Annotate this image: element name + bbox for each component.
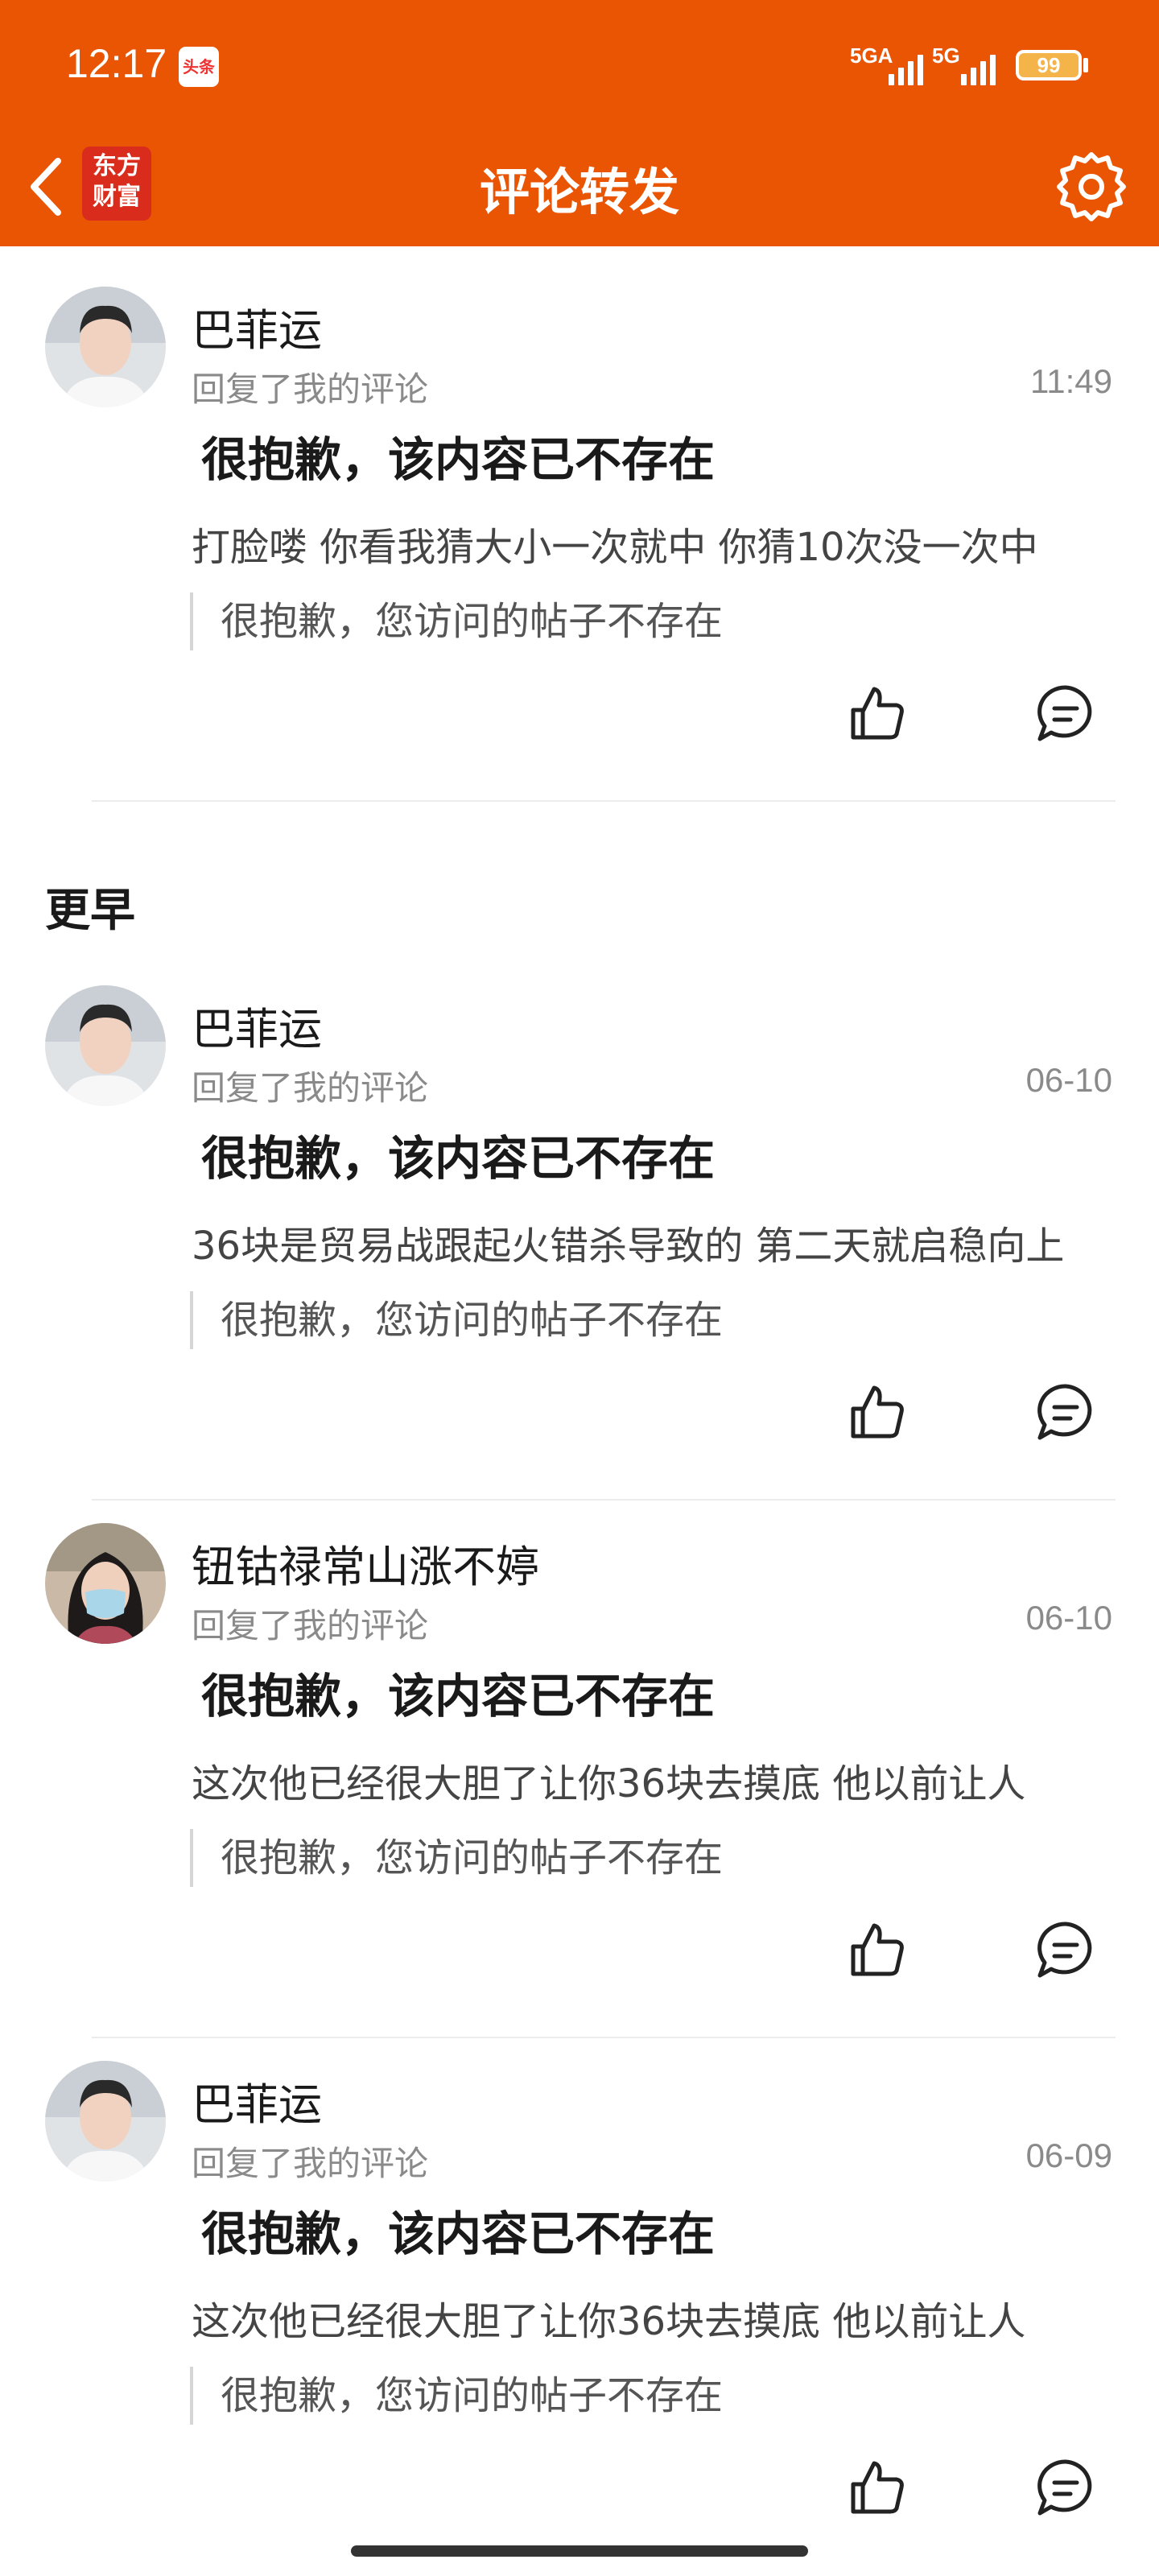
status-time: 12:17 [66, 41, 167, 86]
reply-subline: 回复了我的评论 [192, 1068, 429, 1108]
username[interactable]: 钮钴禄常山涨不婷 [192, 1531, 539, 1595]
comment-text[interactable]: 打脸喽 你看我猜大小一次就中 你猜10次没一次中 [192, 515, 1114, 572]
username[interactable]: 巴菲运 [192, 295, 322, 358]
deleted-content-title[interactable]: 很抱歉，该内容已不存在 [201, 422, 715, 489]
deleted-content-title[interactable]: 很抱歉，该内容已不存在 [201, 1121, 715, 1188]
comment-text[interactable]: 这次他已经很大胆了让你36块去摸底 他以前让人 [192, 1752, 1114, 1808]
thumbs-up-icon[interactable] [845, 1918, 909, 1982]
comment-text[interactable]: 这次他已经很大胆了让你36块去摸底 他以前让人 [192, 2289, 1114, 2346]
top-bar: 12:17 头条 5GA 5G 99 东方 财富 评论转发 [0, 0, 1159, 246]
timestamp: 06-10 [1025, 1599, 1112, 1637]
thumbs-up-icon[interactable] [845, 2455, 909, 2520]
timestamp: 11:49 [1030, 362, 1112, 400]
quoted-post[interactable]: 很抱歉，您访问的帖子不存在 [190, 2367, 723, 2425]
deleted-content-title[interactable]: 很抱歉，该内容已不存在 [201, 1658, 715, 1726]
signal-bars-icon [889, 48, 923, 85]
section-earlier: 更早 [45, 885, 135, 937]
battery-icon: 99 [1016, 50, 1082, 80]
avatar[interactable] [45, 2061, 166, 2182]
signal-bars-icon [961, 48, 996, 85]
thumbs-up-icon[interactable] [845, 681, 909, 745]
divider [92, 2037, 1116, 2038]
timestamp: 06-10 [1025, 1061, 1112, 1099]
signal-5g-label: 5G [932, 43, 960, 68]
avatar[interactable] [45, 1523, 166, 1644]
deleted-content-title[interactable]: 很抱歉，该内容已不存在 [201, 2196, 715, 2264]
divider [92, 800, 1116, 802]
toutiao-app-icon: 头条 [179, 47, 219, 87]
timestamp: 06-09 [1025, 2136, 1112, 2174]
quoted-post[interactable]: 很抱歉，您访问的帖子不存在 [190, 1291, 723, 1349]
comment-icon[interactable] [1033, 681, 1098, 745]
comment-icon[interactable] [1033, 2455, 1098, 2520]
divider [92, 1499, 1116, 1501]
thumbs-up-icon[interactable] [845, 1380, 909, 1444]
comment-text[interactable]: 36块是贸易战跟起火错杀导致的 第二天就启稳向上 [192, 1214, 1114, 1270]
comment-icon[interactable] [1033, 1380, 1098, 1444]
status-bar: 12:17 头条 5GA 5G 99 [0, 0, 1159, 129]
battery-tip [1083, 58, 1088, 72]
reply-subline: 回复了我的评论 [192, 1606, 429, 1645]
reply-subline: 回复了我的评论 [192, 369, 429, 409]
quoted-post[interactable]: 很抱歉，您访问的帖子不存在 [190, 592, 723, 650]
avatar[interactable] [45, 985, 166, 1106]
gear-icon[interactable] [1051, 147, 1132, 227]
username[interactable]: 巴菲运 [192, 2069, 322, 2132]
username[interactable]: 巴菲运 [192, 993, 322, 1057]
nav-bar: 东方 财富 评论转发 [0, 129, 1159, 246]
signal-5ga-label: 5GA [850, 43, 893, 68]
avatar[interactable] [45, 287, 166, 407]
home-indicator[interactable] [351, 2545, 808, 2557]
page-title: 评论转发 [479, 163, 679, 221]
quoted-post[interactable]: 很抱歉，您访问的帖子不存在 [190, 1829, 723, 1887]
comment-icon[interactable] [1033, 1918, 1098, 1982]
reply-subline: 回复了我的评论 [192, 2144, 429, 2183]
